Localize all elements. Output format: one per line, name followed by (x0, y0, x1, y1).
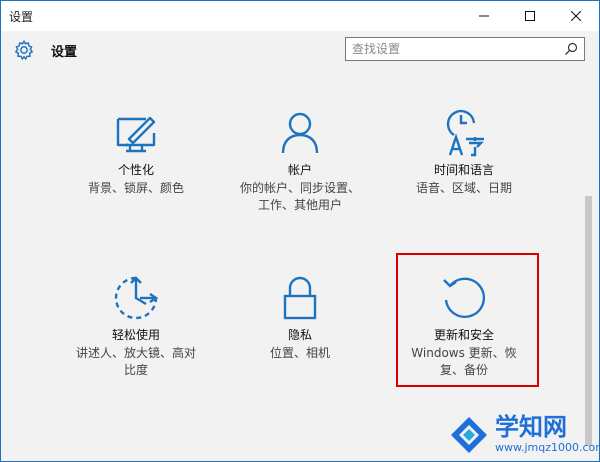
category-name: 个性化 (117, 163, 154, 177)
description-line: 语音、区域、日期 (415, 181, 512, 195)
description-line: 比度 (123, 363, 148, 377)
minimize-button[interactable] (461, 1, 507, 31)
settings-window: 设置 设置 查找设置 个性化 背景、锁屏、颜色 帐户 你的帐户、同步设置、 工作… (0, 0, 600, 462)
window-controls (461, 1, 599, 31)
category-description: 讲述人、放大镜、高对 比度 (61, 345, 211, 379)
settings-header: 设置 (1, 31, 599, 71)
title-bar[interactable]: 设置 (1, 1, 599, 31)
watermark: 学知网 www.jmqz1000.com (447, 411, 600, 461)
time-language-icon (446, 109, 484, 157)
category-description: 背景、锁屏、颜色 (61, 180, 211, 197)
highlight-box (396, 253, 539, 387)
search-box[interactable] (345, 37, 585, 61)
category-ease-of-access[interactable]: 轻松使用 讲述人、放大镜、高对 比度 (61, 274, 211, 379)
category-personalization[interactable]: 个性化 背景、锁屏、颜色 (61, 109, 211, 197)
scrollbar[interactable] (585, 196, 592, 446)
category-name: 轻松使用 (111, 328, 160, 342)
close-icon (571, 11, 581, 21)
account-icon (281, 112, 319, 154)
personalization-icon (116, 116, 156, 153)
gear-icon (14, 39, 34, 61)
description-line: 背景、锁屏、颜色 (87, 181, 184, 195)
description-line: 你的帐户、同步设置、 (239, 181, 360, 195)
search-input[interactable] (346, 38, 557, 60)
maximize-icon (525, 11, 535, 21)
ease-of-access-icon (114, 276, 159, 320)
category-name: 隐私 (287, 328, 312, 342)
category-description: 语音、区域、日期 (389, 180, 539, 197)
maximize-button[interactable] (507, 1, 553, 31)
privacy-lock-icon (283, 276, 317, 320)
category-accounts[interactable]: 帐户 你的帐户、同步设置、 工作、其他用户 (225, 109, 375, 214)
description-line: 位置、相机 (269, 346, 330, 360)
category-privacy[interactable]: 隐私 位置、相机 (225, 274, 375, 362)
page-title: 设置 (51, 45, 78, 60)
description-line: 工作、其他用户 (257, 198, 342, 212)
category-time-language[interactable]: 时间和语言 语音、区域、日期 (389, 109, 539, 197)
category-description: 你的帐户、同步设置、 工作、其他用户 (225, 180, 375, 214)
minimize-icon (479, 15, 489, 17)
watermark-text: 学知网 (495, 413, 567, 441)
search-icon[interactable] (564, 42, 578, 56)
category-description: 位置、相机 (225, 345, 375, 362)
description-line: 讲述人、放大镜、高对 (75, 346, 196, 360)
category-name: 时间和语言 (433, 163, 494, 177)
close-button[interactable] (553, 1, 599, 31)
watermark-logo-icon (451, 417, 487, 453)
watermark-url: www.jmqz1000.com (495, 441, 600, 454)
category-name: 帐户 (287, 163, 312, 177)
window-title: 设置 (9, 9, 34, 24)
